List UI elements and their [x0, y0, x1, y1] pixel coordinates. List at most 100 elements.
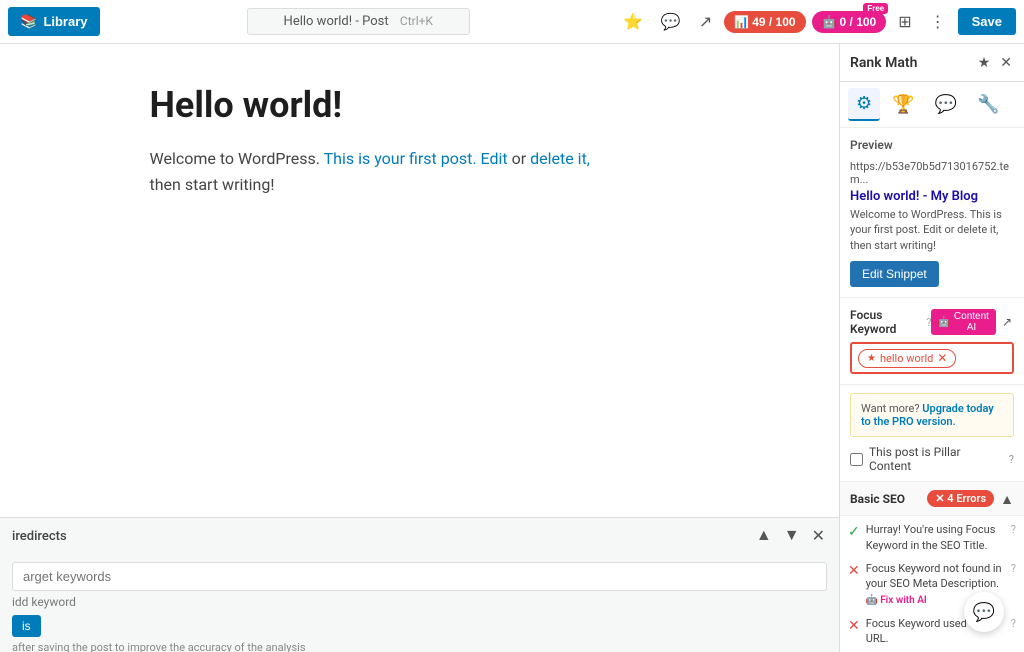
ai-score-button[interactable]: Free 🤖 0 / 100 — [812, 11, 887, 33]
rm-header-icons: ★ ✕ — [976, 52, 1014, 73]
body-text-1: Welcome to WordPress. — [150, 149, 324, 168]
library-label: Library — [43, 14, 87, 29]
post-heading: Hello world! — [150, 84, 690, 126]
editor-content: Hello world! Welcome to WordPress. This … — [70, 44, 770, 237]
rank-math-sidebar: Rank Math ★ ✕ ⚙ 🏆 💬 🔧 Preview https://b5… — [839, 44, 1024, 652]
preview-description: Welcome to WordPress. This is your first… — [850, 207, 1014, 253]
bottom-panel-header: iredirects ▲ ▼ ✕ — [0, 518, 839, 554]
library-icon: 📚 — [20, 13, 37, 30]
focus-kw-actions: 🤖 Content AI ↗ — [931, 309, 1014, 335]
focus-kw-header: Focus Keyword ? 🤖 Content AI ↗ — [850, 308, 1014, 336]
save-note: after saving the post to improve the acc… — [12, 641, 827, 652]
fix-ai-label: Fix with AI — [880, 594, 927, 608]
edit-snippet-button[interactable]: Edit Snippet — [850, 261, 939, 287]
panel-body: idd keyword is after saving the post to … — [0, 554, 839, 652]
basic-seo-collapse-button[interactable]: ▲ — [1000, 491, 1014, 507]
content-ai-icon: 🤖 — [937, 317, 949, 328]
pillar-help-icon[interactable]: ? — [1009, 453, 1014, 466]
view-toggle-button[interactable]: ⊞ — [892, 6, 917, 38]
keyword-text-input[interactable] — [960, 351, 1006, 365]
is-button[interactable]: is — [12, 615, 41, 637]
tab-social[interactable]: 💬 — [927, 88, 965, 121]
toolbar-right: ⭐ 💬 ↗ 📊 49 / 100 Free 🤖 0 / 100 ⊞ ⋮ Save — [617, 6, 1016, 38]
tab-general[interactable]: ⚙ — [848, 88, 880, 121]
seo-score-value: 49 / 100 — [752, 15, 795, 29]
body-or-text: or — [508, 149, 530, 168]
seo-check-item: ✓ Hurray! You're using Focus Keyword in … — [848, 522, 1016, 553]
preview-url: https://b53e70b5d713016752.tem... — [850, 160, 1014, 186]
rm-focus-keyword-section: Focus Keyword ? 🤖 Content AI ↗ ★ hello w… — [840, 298, 1024, 385]
target-keywords-input[interactable] — [12, 562, 827, 591]
toolbar: 📚 Library Hello world! - Post Ctrl+K ⭐ 💬… — [0, 0, 1024, 44]
tag-text: hello world — [880, 352, 933, 365]
rm-tabs: ⚙ 🏆 💬 🔧 — [840, 82, 1024, 128]
seo-checks: ✓ Hurray! You're using Focus Keyword in … — [840, 516, 1024, 652]
check-help-icon[interactable]: ? — [1011, 616, 1016, 631]
check-help-icon[interactable]: ? — [1011, 522, 1016, 537]
post-title-text: Hello world! - Post — [284, 14, 389, 29]
toolbar-left: 📚 Library — [8, 7, 100, 36]
rm-title: Rank Math — [850, 55, 917, 71]
comment-button[interactable]: 💬 — [655, 6, 687, 38]
bottom-panel: iredirects ▲ ▼ ✕ idd keyword is after sa… — [0, 517, 839, 652]
pillar-content-checkbox[interactable] — [850, 453, 863, 466]
upgrade-arrow-button[interactable]: ↗ — [1000, 313, 1014, 331]
rm-star-button[interactable]: ★ — [976, 52, 993, 73]
tab-trophy[interactable]: 🏆 — [884, 88, 922, 121]
upgrade-text: Want more? — [861, 402, 922, 415]
editor-area[interactable]: Hello world! Welcome to WordPress. This … — [0, 44, 839, 652]
check-error-icon: ✕ — [848, 562, 860, 582]
seo-score-button[interactable]: 📊 49 / 100 — [724, 11, 805, 33]
rm-preview-section: Preview https://b53e70b5d713016752.tem..… — [840, 128, 1024, 298]
panel-collapse-down[interactable]: ▼ — [782, 524, 802, 548]
more-options-button[interactable]: ⋮ — [924, 6, 952, 38]
content-ai-button[interactable]: 🤖 Content AI — [931, 309, 995, 335]
content-ai-label: Content AI — [953, 311, 990, 333]
star-button[interactable]: ⭐ — [617, 6, 649, 38]
tag-remove-button[interactable]: ✕ — [937, 352, 947, 364]
post-title-bar: Hello world! - Post Ctrl+K — [247, 8, 470, 35]
preview-title-text: Hello world! — [850, 189, 919, 204]
seo-score-icon: 📊 — [734, 15, 749, 29]
tag-star-icon: ★ — [867, 353, 876, 364]
keyword-tag: ★ hello world ✕ — [858, 349, 956, 368]
basic-seo-header-right: ✕ 4 Errors ▲ — [927, 490, 1014, 507]
pillar-content-row: This post is Pillar Content ? — [840, 445, 1024, 481]
keyword-input-container[interactable]: ★ hello world ✕ — [850, 342, 1014, 374]
panel-collapse-up[interactable]: ▲ — [754, 524, 774, 548]
ai-score-value: 0 / 100 — [840, 15, 877, 29]
panel-close[interactable]: ✕ — [810, 524, 827, 548]
library-button[interactable]: 📚 Library — [8, 7, 100, 36]
basic-seo-header: Basic SEO ✕ 4 Errors ▲ — [840, 481, 1024, 516]
external-link-button[interactable]: ↗ — [693, 6, 718, 38]
save-button[interactable]: Save — [958, 8, 1016, 35]
toolbar-center: Hello world! - Post Ctrl+K — [247, 8, 470, 35]
check-help-icon[interactable]: ? — [1011, 561, 1016, 576]
check-error-icon: ✕ — [848, 617, 860, 637]
upgrade-banner: Want more? Upgrade today to the PRO vers… — [850, 393, 1014, 437]
check-text: Hurray! You're using Focus Keyword in th… — [866, 523, 996, 551]
redirects-title: iredirects — [12, 529, 67, 544]
ai-score-icon: 🤖 — [822, 15, 837, 29]
check-success-icon: ✓ — [848, 523, 860, 543]
preview-post-title: Hello world! - My Blog — [850, 189, 1014, 204]
preview-title: Preview — [850, 138, 1014, 152]
fix-ai-link[interactable]: 🤖 Fix with AI — [866, 594, 927, 608]
body-link-first-post[interactable]: This is your first post. — [324, 149, 477, 168]
panel-arrows: ▲ ▼ ✕ — [754, 524, 827, 548]
rm-close-button[interactable]: ✕ — [998, 52, 1014, 73]
free-badge: Free — [863, 3, 888, 14]
preview-blog-label: - My Blog — [923, 189, 978, 204]
body-link-edit[interactable]: Edit — [481, 149, 508, 168]
main-layout: Hello world! Welcome to WordPress. This … — [0, 44, 1024, 652]
body-text-end: then start writing! — [150, 175, 275, 194]
check-text-wrapper: Hurray! You're using Focus Keyword in th… — [866, 522, 1005, 553]
target-keywords-row — [12, 562, 827, 591]
tab-schema[interactable]: 🔧 — [969, 88, 1007, 121]
chat-fab-button[interactable]: 💬 — [964, 592, 1004, 632]
basic-seo-title: Basic SEO — [850, 492, 905, 506]
check-text: Focus Keyword not found in your SEO Meta… — [866, 562, 1002, 590]
add-keyword-label: idd keyword — [12, 595, 827, 609]
body-link-delete[interactable]: delete it, — [530, 149, 590, 168]
chat-fab-icon: 💬 — [973, 602, 995, 623]
